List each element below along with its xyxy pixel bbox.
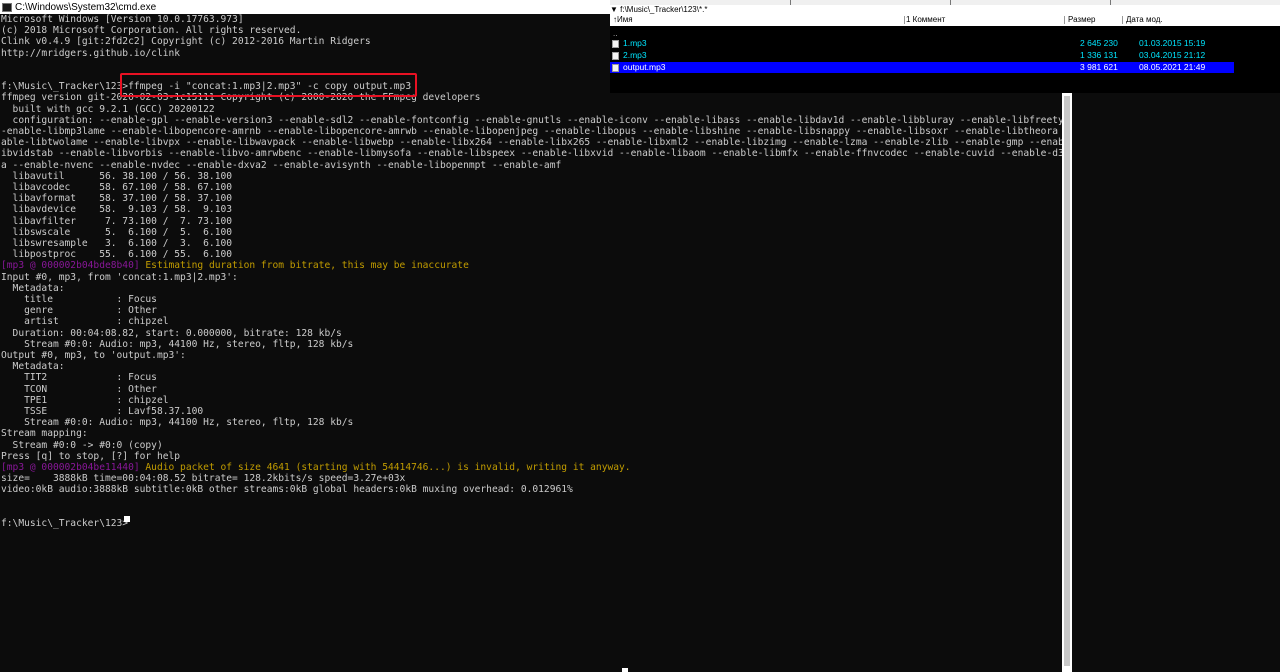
console-line: libavformat 58. 37.100 / 58. 37.100: [1, 193, 233, 205]
column-header-row: ↑Имя 1 Коммент Размер Дата мод.: [610, 14, 1280, 26]
file-date: 08.05.2021 21:49: [1139, 62, 1206, 72]
console-line: Duration: 00:04:08.82, start: 0.000000, …: [1, 327, 342, 339]
window-title: C:\Windows\System32\cmd.exe: [15, 1, 157, 13]
file-icon: [612, 40, 619, 48]
console-line: -enable-libmp3lame --enable-libopencore-…: [1, 126, 1062, 137]
console-line: TSSE : Lavf58.37.100: [1, 406, 204, 417]
console-line: title : Focus: [1, 294, 157, 305]
console-line: ibvidstab --enable-libvorbis --enable-li…: [1, 148, 1062, 160]
file-name: 2.mp3: [623, 50, 647, 60]
file-row[interactable]: output.mp3 3 981 621 08.05.2021 21:49: [610, 62, 1234, 73]
console-line: genre : Other: [1, 305, 157, 317]
column-header-comment[interactable]: 1 Коммент: [906, 14, 945, 26]
console-line: TCON : Other: [1, 383, 157, 395]
file-size: 2 645 230: [1080, 38, 1118, 48]
column-header-name[interactable]: ↑Имя: [613, 14, 633, 26]
console-line: (c) 2018 Microsoft Corporation. All righ…: [1, 25, 302, 37]
console-line: Metadata:: [1, 361, 65, 373]
console-line: a --enable-nvenc --enable-nvdec --enable…: [1, 159, 562, 171]
column-header-date[interactable]: Дата мод.: [1126, 14, 1163, 26]
console-line: Clink v0.4.9 [git:2fd2c2] Copyright (c) …: [1, 36, 371, 48]
console-line: libavdevice 58. 9.103 / 58. 9.103: [1, 204, 233, 216]
parent-dir-item[interactable]: ..: [613, 29, 617, 38]
console-line: TPE1 : chipzel: [1, 394, 169, 406]
console-line: able-libtwolame --enable-libvpx --enable…: [1, 137, 1062, 149]
taskbar-edge: [622, 668, 628, 672]
text-cursor: [124, 516, 130, 522]
console-line: Input #0, mp3, from 'concat:1.mp3|2.mp3'…: [1, 271, 238, 283]
console-line: Metadata:: [1, 282, 65, 294]
file-row[interactable]: 2.mp3 1 336 131 03.04.2015 21:12: [610, 50, 1234, 61]
console-line: Microsoft Windows [Version 10.0.17763.97…: [1, 14, 244, 25]
console-line: Stream #0:0 -> #0:0 (copy): [1, 439, 163, 451]
console-line: size= 3888kB time=00:04:08.52 bitrate= 1…: [1, 473, 406, 485]
console-line: libswresample 3. 6.100 / 3. 6.100: [1, 238, 233, 249]
log-prefix: [mp3 @ 000002b04bde8b40]: [1, 260, 146, 272]
file-size: 1 336 131: [1080, 50, 1118, 60]
log-prefix: [mp3 @ 000002b04be11440]: [1, 462, 146, 473]
console-line: [mp3 @ 000002b04bde8b40] Estimating dura…: [1, 260, 469, 271]
file-icon: [612, 52, 619, 60]
console-line: Output #0, mp3, to 'output.mp3':: [1, 350, 186, 361]
console-line: Stream #0:0: Audio: mp3, 44100 Hz, stere…: [1, 338, 354, 350]
log-message: Estimating duration from bitrate, this m…: [145, 260, 469, 272]
console-line: libpostproc 55. 6.100 / 55. 6.100: [1, 249, 233, 261]
console-line: video:0kB audio:3888kB subtitle:0kB othe…: [1, 484, 573, 496]
console-line: Press [q] to stop, [?] for help: [1, 450, 181, 462]
console-line: configuration: --enable-gpl --enable-ver…: [1, 114, 1062, 126]
console-scrollbar[interactable]: [1062, 93, 1072, 672]
file-size: 3 981 621: [1080, 62, 1118, 72]
console-line: libavcodec 58. 67.100 / 58. 67.100: [1, 182, 233, 193]
console-line: libswscale 5. 6.100 / 5. 6.100: [1, 226, 233, 238]
file-icon: [612, 64, 619, 72]
command-highlight-box: [120, 73, 417, 97]
console-output[interactable]: Microsoft Windows [Version 10.0.17763.97…: [0, 14, 1062, 672]
file-manager-panel: ▼ f:\Music\_Tracker\123\*.* ↑Имя 1 Комме…: [610, 0, 1280, 93]
console-line: libavutil 56. 38.100 / 56. 38.100: [1, 170, 233, 182]
console-line: built with gcc 9.2.1 (GCC) 20200122: [1, 103, 215, 115]
console-line: [mp3 @ 000002b04be11440] Audio packet of…: [1, 462, 631, 473]
console-line: TIT2 : Focus: [1, 372, 157, 384]
file-name: output.mp3: [623, 62, 666, 72]
file-date: 03.04.2015 21:12: [1139, 50, 1206, 60]
console-line: libavfilter 7. 73.100 / 7. 73.100: [1, 215, 233, 227]
cmd-app-icon: [2, 2, 12, 12]
scrollbar-thumb[interactable]: [1064, 96, 1070, 666]
console-line: Stream mapping:: [1, 428, 88, 440]
panel-path[interactable]: ▼ f:\Music\_Tracker\123\*.*: [610, 5, 1280, 14]
file-row[interactable]: 1.mp3 2 645 230 01.03.2015 15:19: [610, 38, 1234, 49]
cmd-title-bar[interactable]: C:\Windows\System32\cmd.exe: [0, 0, 610, 14]
console-line: Stream #0:0: Audio: mp3, 44100 Hz, stere…: [1, 417, 354, 429]
console-line: f:\Music\_Tracker\123>: [1, 518, 129, 529]
console-line: http://mridgers.github.io/clink: [1, 47, 181, 59]
column-header-size[interactable]: Размер: [1068, 14, 1096, 26]
log-message: Audio packet of size 4641 (starting with…: [145, 462, 631, 473]
file-date: 01.03.2015 15:19: [1139, 38, 1206, 48]
file-name: 1.mp3: [623, 38, 647, 48]
console-line: artist : chipzel: [1, 316, 169, 328]
